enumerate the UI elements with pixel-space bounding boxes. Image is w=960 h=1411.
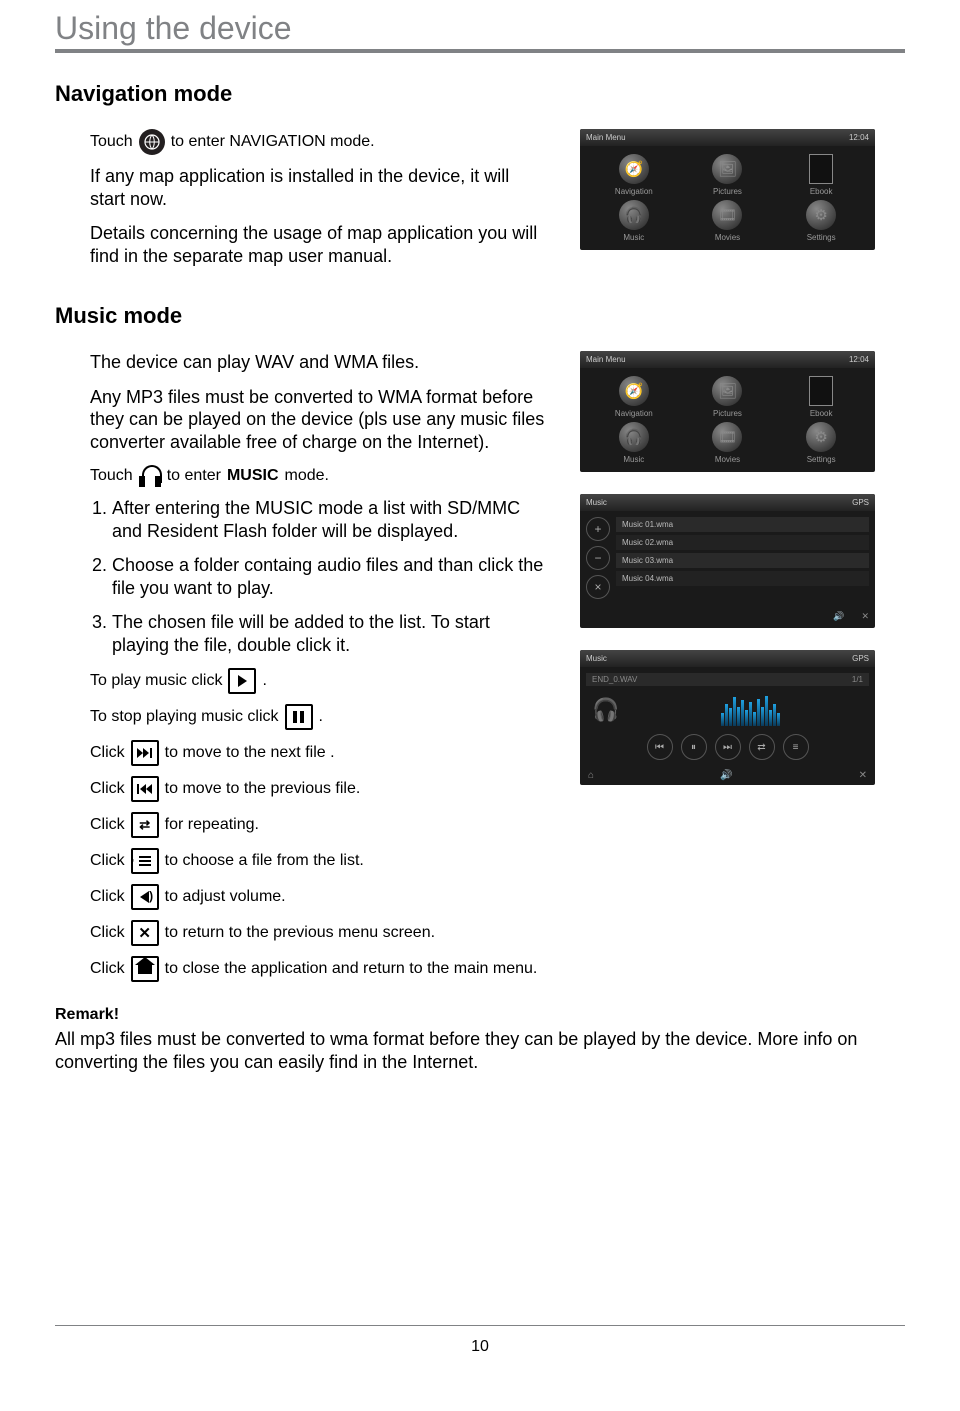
player-prev-icon: ⏮ xyxy=(647,734,673,760)
nav-app-icon: 🧭 xyxy=(619,154,649,184)
music-p1: The device can play WAV and WMA files. xyxy=(90,351,545,374)
player-next-icon: ⏭ xyxy=(715,734,741,760)
pictures-app-icon: 🖼 xyxy=(712,154,742,184)
volume-icon xyxy=(131,884,159,910)
music-p2: Any MP3 files must be converted to WMA f… xyxy=(90,386,545,454)
player-list-icon: ≡ xyxy=(783,734,809,760)
player-headphones-icon: 🎧 xyxy=(586,697,626,723)
page-footer: 10 xyxy=(55,1325,905,1356)
next-line: Click to move to the next file . xyxy=(90,740,545,766)
music-step-1: After entering the MUSIC mode a list wit… xyxy=(112,497,545,542)
close-x-icon: ✕ xyxy=(131,920,159,946)
globe-nav-icon xyxy=(139,129,165,155)
nav-heading: Navigation mode xyxy=(55,81,905,107)
pause-icon xyxy=(285,704,313,730)
play-line: To play music click . xyxy=(90,668,545,694)
repeat-icon: ⇄ xyxy=(131,812,159,838)
player-close-icon: ✕ xyxy=(859,770,867,781)
minus-icon: − xyxy=(586,546,610,570)
next-icon xyxy=(131,740,159,766)
player-home-icon: ⌂ xyxy=(588,770,594,781)
return-line: Click ✕ to return to the previous menu s… xyxy=(90,920,545,946)
choose-line: Click to choose a file from the list. xyxy=(90,848,545,874)
close-small-icon: ✕ xyxy=(861,611,869,622)
page-number: 10 xyxy=(471,1338,489,1355)
prev-icon xyxy=(131,776,159,802)
volume-line: Click to adjust volume. xyxy=(90,884,545,910)
plus-icon: + xyxy=(586,517,610,541)
movies-app-icon: 🎞 xyxy=(712,200,742,230)
home-icon xyxy=(131,956,159,982)
home-line: Click to close the application and retur… xyxy=(90,956,545,982)
screenshot-main-menu-2: Main Menu12:04 🧭Navigation 🖼Pictures Ebo… xyxy=(580,351,875,472)
player-repeat-icon: ⇄ xyxy=(749,734,775,760)
settings-app-icon: ⚙ xyxy=(806,200,836,230)
repeat-line: Click ⇄ for repeating. xyxy=(90,812,545,838)
nav-p3: Details concerning the usage of map appl… xyxy=(90,222,545,267)
player-pause-icon: ⏸ xyxy=(681,734,707,760)
remark-heading: Remark! xyxy=(55,1006,119,1023)
remark-body: All mp3 files must be converted to wma f… xyxy=(55,1028,905,1073)
screenshot-main-menu-1: Main Menu12:04 🧭Navigation 🖼Pictures Ebo… xyxy=(580,129,875,250)
music-app-icon: 🎧 xyxy=(619,200,649,230)
playlist-icon xyxy=(131,848,159,874)
headphones-icon xyxy=(139,465,161,487)
prev-line: Click to move to the previous file. xyxy=(90,776,545,802)
player-vol-icon: 🔊 xyxy=(720,770,732,781)
sound-small-icon: 🔊 xyxy=(833,611,844,622)
nav-touch-line: Touch to enter NAVIGATION mode. xyxy=(90,129,545,155)
ebook-app-icon xyxy=(809,154,833,184)
music-touch-line: Touch to enter MUSIC mode. xyxy=(90,465,545,487)
stop-line: To stop playing music click . xyxy=(90,704,545,730)
screenshot-music-filelist: MusicGPS + − × Music 01.wma Music 02.wma… xyxy=(580,494,875,628)
x-icon: × xyxy=(586,575,610,599)
nav-p2: If any map application is installed in t… xyxy=(90,165,545,210)
music-heading: Music mode xyxy=(55,303,905,329)
play-icon xyxy=(228,668,256,694)
music-step-2: Choose a folder containg audio files and… xyxy=(112,554,545,599)
page-title: Using the device xyxy=(55,10,905,47)
screenshot-music-player: MusicGPS END_0.WAV1/1 🎧 ⏮ ⏸ ⏭ ⇄ ≡ xyxy=(580,650,875,785)
title-divider xyxy=(55,49,905,53)
music-step-3: The chosen file will be added to the lis… xyxy=(112,611,545,656)
